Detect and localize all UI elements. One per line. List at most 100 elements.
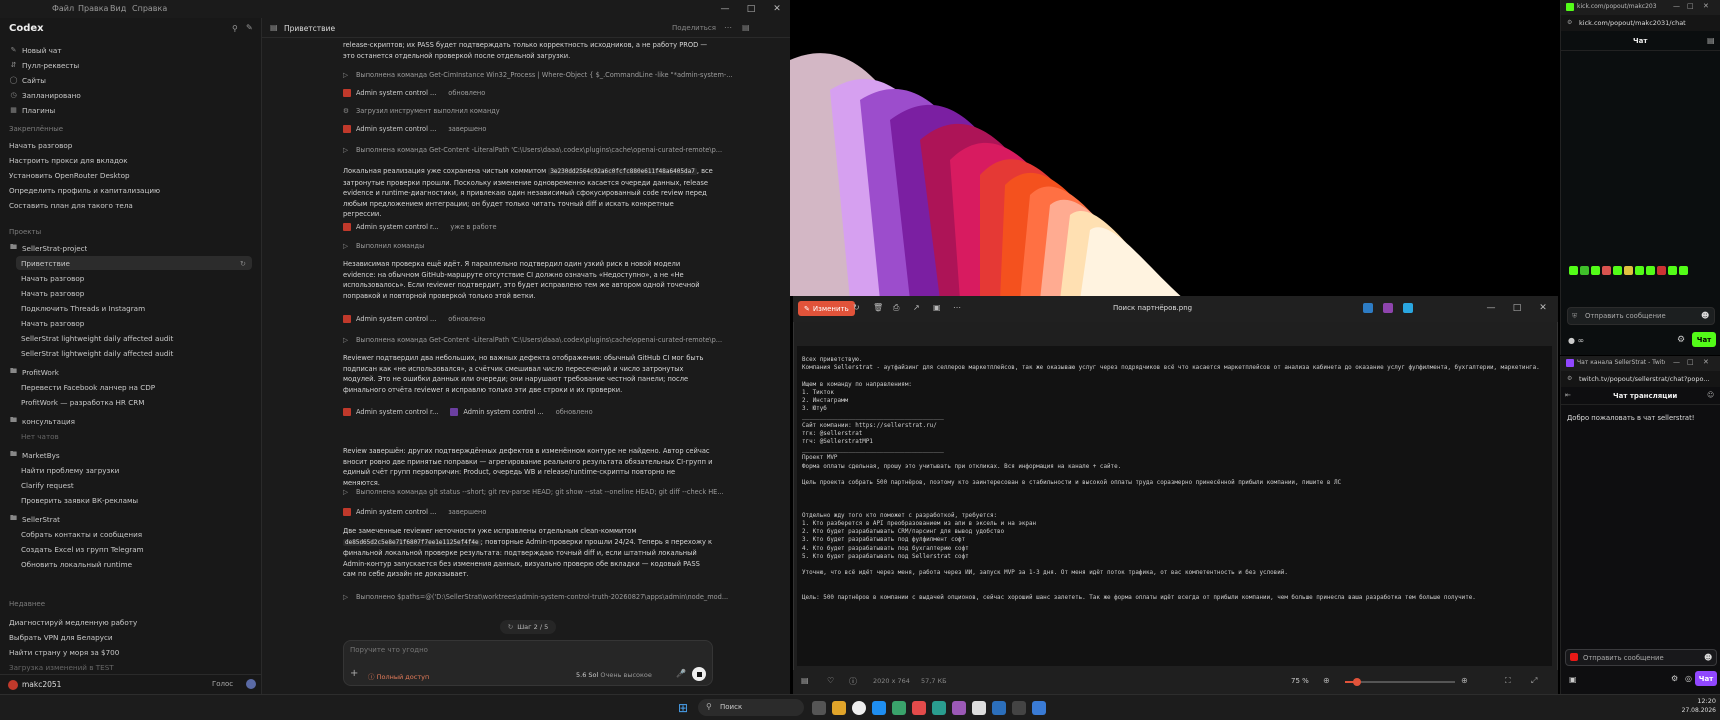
new-chat-icon[interactable]: ✎ bbox=[246, 23, 253, 32]
nav-pull-requests[interactable]: ⇵ Пулл-реквесты bbox=[9, 58, 80, 72]
close-icon[interactable]: ✕ bbox=[1530, 299, 1556, 317]
infinity-icon[interactable]: ● ∞ bbox=[1568, 336, 1584, 345]
twitch-chat-send-button[interactable]: Чат bbox=[1695, 671, 1717, 686]
clock-date[interactable]: 27.08.2026 bbox=[1672, 707, 1716, 714]
favorite-icon[interactable]: ♡ bbox=[827, 676, 834, 685]
twitch-message-input[interactable]: Отправить сообщение ☻ bbox=[1565, 649, 1717, 666]
emote-icon[interactable] bbox=[1591, 266, 1600, 275]
tool-call[interactable]: ▷ Выполнена команда Get-Content -LiteralP… bbox=[343, 336, 722, 344]
close-icon[interactable]: ✕ bbox=[1703, 358, 1709, 366]
recent-item[interactable]: Найти страну у моря за $700 bbox=[9, 645, 119, 659]
taskbar-search[interactable]: ⚲ Поиск bbox=[698, 699, 804, 716]
app-icon[interactable] bbox=[912, 701, 926, 715]
zoom-slider[interactable] bbox=[1345, 678, 1455, 686]
rotate-icon[interactable]: ↻ bbox=[853, 303, 860, 312]
cloud-icon[interactable] bbox=[1403, 303, 1413, 313]
maximize-icon[interactable]: □ bbox=[738, 0, 764, 18]
tool-call[interactable]: ▷ Выполнил команды bbox=[343, 242, 424, 250]
tool-call[interactable]: ▷ Выполнено $paths=@('D:\SellerStrat\work… bbox=[343, 593, 728, 601]
file-explorer-icon[interactable] bbox=[832, 701, 846, 715]
microphone-icon[interactable]: 🎤 bbox=[676, 669, 686, 678]
close-icon[interactable]: ✕ bbox=[764, 0, 790, 18]
project-sellerstrat-project[interactable]: 🖿 SellerStrat-project bbox=[9, 241, 87, 255]
collapse-icon[interactable]: ▤ bbox=[1707, 36, 1715, 45]
tool-call[interactable]: Admin system control r... уже в работе bbox=[343, 223, 497, 231]
voice-button[interactable]: Голос bbox=[212, 680, 233, 688]
nav-scheduled[interactable]: ◷ Запланировано bbox=[9, 88, 80, 102]
mod-icon[interactable]: ◎ bbox=[1685, 674, 1692, 683]
minimize-icon[interactable]: — bbox=[1673, 358, 1680, 366]
emote-icon[interactable] bbox=[1613, 266, 1622, 275]
filmstrip-icon[interactable]: ▤ bbox=[801, 676, 809, 685]
emote-icon[interactable] bbox=[1657, 266, 1666, 275]
maximize-icon[interactable]: □ bbox=[1687, 2, 1694, 10]
project-sellerstrat[interactable]: 🖿 SellerStrat bbox=[9, 512, 60, 526]
pinned-item[interactable]: Начать разговор bbox=[9, 138, 72, 152]
chat-item[interactable]: SellerStrat lightweight daily affected a… bbox=[21, 346, 173, 360]
start-icon[interactable]: ⊞ bbox=[678, 701, 688, 715]
zoom-slider-thumb[interactable] bbox=[1353, 678, 1361, 686]
nav-plugins[interactable]: ▦ Плагины bbox=[9, 103, 55, 117]
task-view-icon[interactable] bbox=[812, 701, 826, 715]
recent-item[interactable]: Диагностируй медленную работу bbox=[9, 615, 137, 629]
more-icon[interactable]: ⋯ bbox=[724, 23, 732, 32]
delete-icon[interactable]: 🗑 bbox=[873, 303, 883, 312]
chat-item[interactable]: Обновить локальный runtime bbox=[21, 557, 132, 571]
tool-call[interactable]: ▷ Выполнена команда Get-CimInstance Win32… bbox=[343, 71, 733, 79]
site-info-icon[interactable]: ⚙ bbox=[1567, 375, 1572, 382]
chat-item[interactable]: Начать разговор bbox=[21, 316, 84, 330]
zoom-out-icon[interactable]: ⊕ bbox=[1323, 676, 1330, 685]
share-icon[interactable]: ↗ bbox=[913, 303, 920, 312]
app-icon[interactable] bbox=[932, 701, 946, 715]
app-icon[interactable] bbox=[892, 701, 906, 715]
tool-call[interactable]: Admin system control ... завершено bbox=[343, 125, 486, 133]
users-icon[interactable]: ☺ bbox=[1707, 391, 1714, 399]
tool-call[interactable]: ▷ Выполнена команда Get-Content -LiteralP… bbox=[343, 146, 722, 154]
settings-icon[interactable]: ⚙ bbox=[1677, 335, 1685, 345]
access-mode-button[interactable]: ⓘ Полный доступ bbox=[368, 671, 429, 681]
emoji-icon[interactable]: ☻ bbox=[1701, 311, 1709, 320]
tool-call[interactable]: Admin system control ... завершено bbox=[343, 508, 486, 516]
maximize-icon[interactable]: □ bbox=[1504, 299, 1530, 317]
chat-item[interactable]: Начать разговор bbox=[21, 286, 84, 300]
twitch-url[interactable]: twitch.tv/popout/sellerstrat/chat?popo..… bbox=[1579, 375, 1717, 383]
collapse-icon[interactable]: ⇤ bbox=[1565, 391, 1571, 399]
project-consultation[interactable]: 🖿 консультация bbox=[9, 414, 75, 428]
app-icon[interactable] bbox=[1012, 701, 1026, 715]
close-icon[interactable]: ✕ bbox=[1703, 2, 1709, 10]
cart-icon[interactable]: ▣ bbox=[1569, 675, 1577, 684]
slideshow-icon[interactable]: ▣ bbox=[933, 303, 941, 312]
minimize-icon[interactable]: — bbox=[1673, 2, 1680, 10]
edge-icon[interactable] bbox=[872, 701, 886, 715]
kick-chat-send-button[interactable]: Чат bbox=[1692, 332, 1716, 347]
menu-edit[interactable]: Правка bbox=[78, 4, 108, 13]
avatar[interactable] bbox=[8, 680, 18, 690]
codex-app-icon[interactable] bbox=[972, 701, 986, 715]
maximize-icon[interactable]: □ bbox=[1687, 358, 1694, 366]
minimize-icon[interactable]: — bbox=[1478, 299, 1504, 317]
emote-icon[interactable] bbox=[1679, 266, 1688, 275]
chat-item[interactable]: Clarify request bbox=[21, 478, 74, 492]
recent-item[interactable]: Загрузка изменений в TEST bbox=[9, 660, 114, 674]
fit-icon[interactable]: ⛶ bbox=[1505, 676, 1511, 686]
chat-item[interactable]: Подключить Threads и Instagram bbox=[21, 301, 145, 315]
chat-item[interactable]: Собрать контакты и сообщения bbox=[21, 527, 142, 541]
app-icon[interactable] bbox=[1363, 303, 1373, 313]
project-marketbys[interactable]: 🖿 MarketBys bbox=[9, 448, 60, 462]
site-info-icon[interactable]: ⚙ bbox=[1567, 19, 1572, 26]
tool-call[interactable]: ⚙ Загрузил инструмент выполнил команду bbox=[343, 107, 500, 115]
emote-icon[interactable] bbox=[1624, 266, 1633, 275]
tool-call[interactable]: Admin system control ... обновлено bbox=[343, 89, 485, 97]
search-icon[interactable]: ⚲ bbox=[232, 24, 238, 33]
nav-new-chat[interactable]: ✎ Новый чат bbox=[9, 43, 62, 57]
emoji-icon[interactable]: ☻ bbox=[1704, 653, 1712, 662]
fullscreen-icon[interactable]: ⤢ bbox=[1531, 676, 1537, 686]
chrome-icon[interactable] bbox=[852, 701, 866, 715]
model-selector[interactable]: 5.6 Sol Очень высокое bbox=[576, 671, 652, 679]
edit-button[interactable]: ✎ Изменить bbox=[798, 301, 855, 316]
app-icon[interactable] bbox=[1383, 303, 1393, 313]
chat-item[interactable]: Начать разговор bbox=[21, 271, 84, 285]
app-icon[interactable] bbox=[1032, 701, 1046, 715]
zoom-level[interactable]: 75 % bbox=[1291, 677, 1309, 685]
prompt-input[interactable]: Поручите что угодно bbox=[350, 646, 706, 660]
